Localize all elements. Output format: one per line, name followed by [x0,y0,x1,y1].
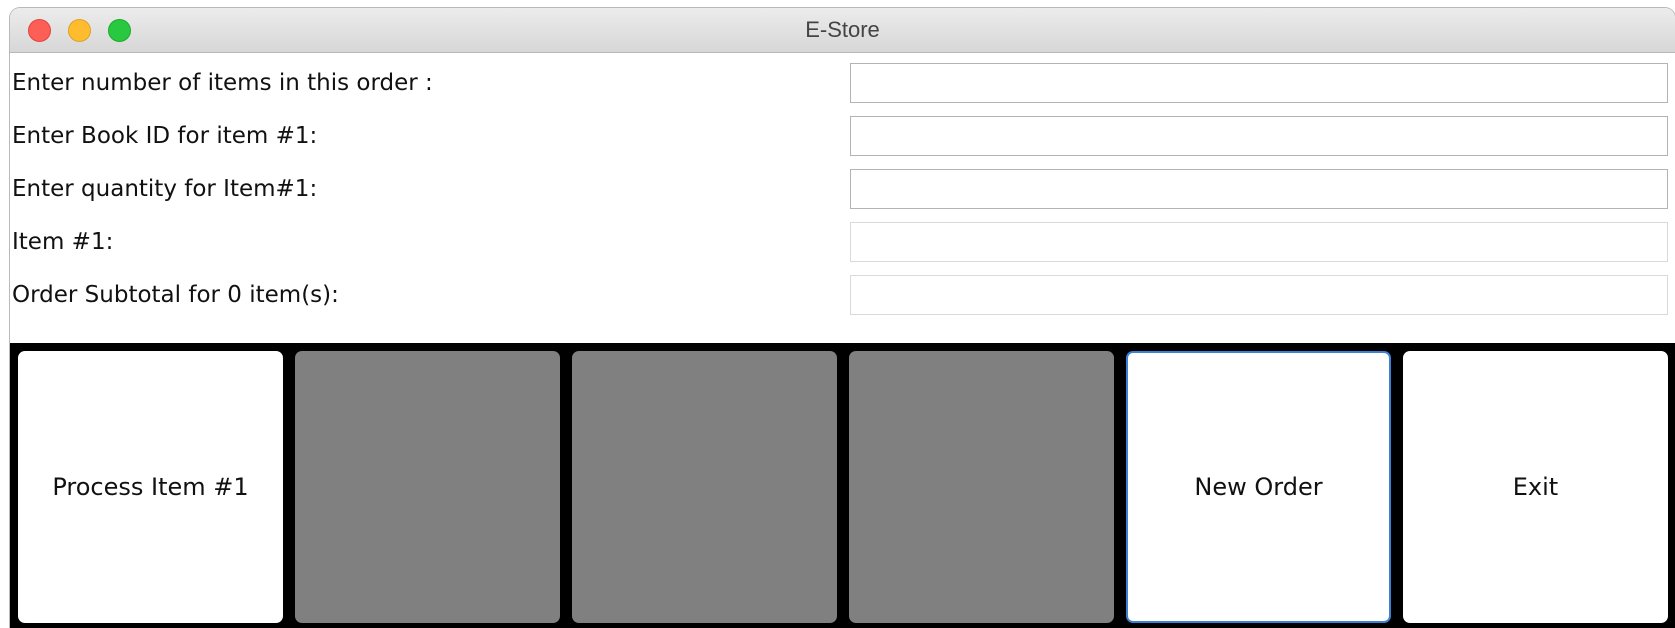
view-order-button [572,351,837,623]
process-item-button[interactable]: Process Item #1 [18,351,283,623]
window-title: E-Store [805,17,880,42]
confirm-item-button [295,351,560,623]
item-info-field [850,222,1668,262]
book-id-label: Enter Book ID for item #1: [12,123,318,149]
estore-window: E-Store Enter number of items in this or… [10,8,1675,628]
item-info-label: Item #1: [12,229,114,255]
subtotal-label: Order Subtotal for 0 item(s): [12,282,339,308]
book-id-input[interactable] [850,116,1668,156]
subtotal-field [850,275,1668,315]
finish-order-button [849,351,1114,623]
button-bar: Process Item #1 New Order Exit [10,343,1675,628]
new-order-button[interactable]: New Order [1126,351,1391,623]
title-bar: E-Store [10,8,1675,53]
quantity-input[interactable] [850,169,1668,209]
quantity-label: Enter quantity for Item#1: [12,176,318,202]
items-count-input[interactable] [850,63,1668,103]
items-count-label: Enter number of items in this order : [12,70,433,96]
order-form: Enter number of items in this order : En… [10,53,1675,345]
exit-button[interactable]: Exit [1403,351,1668,623]
